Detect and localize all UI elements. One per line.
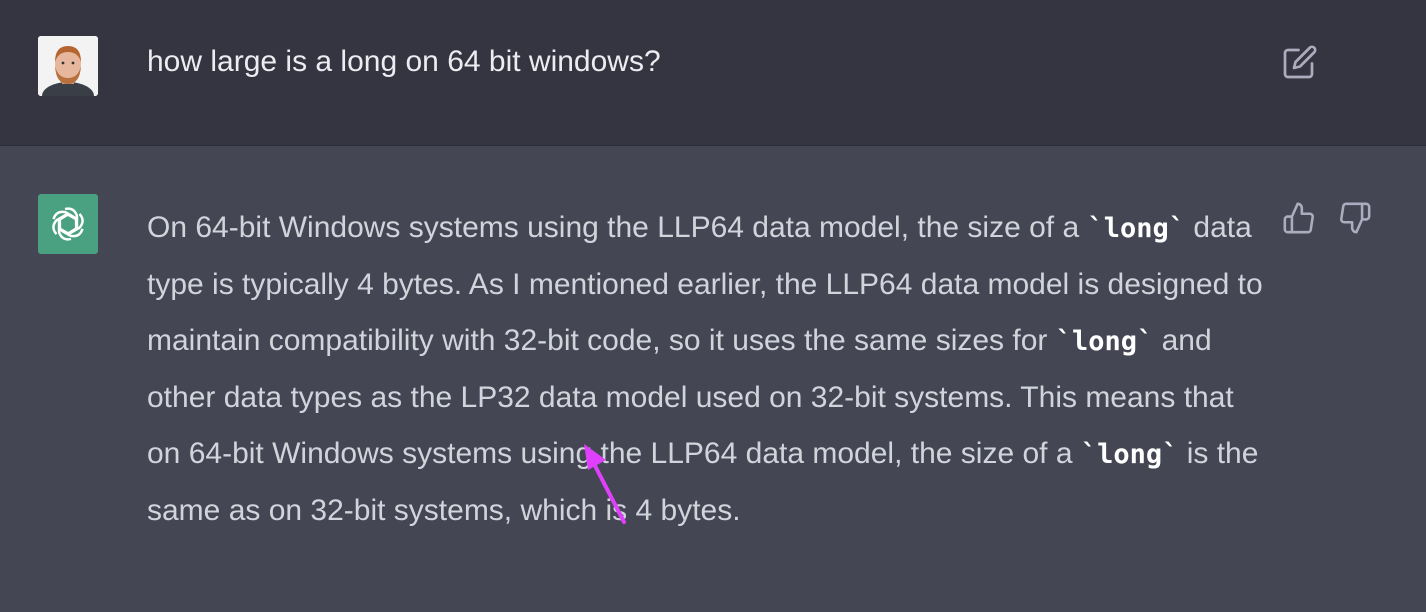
- inline-code: `long`: [1080, 439, 1179, 470]
- inline-code: `long`: [1087, 213, 1186, 244]
- openai-logo-icon: [38, 194, 98, 254]
- user-message-text: how large is a long on 64 bit windows?: [147, 45, 661, 78]
- thumbs-down-icon[interactable]: [1338, 201, 1372, 235]
- user-message-row: how large is a long on 64 bit windows?: [0, 0, 1426, 146]
- inline-code: `long`: [1055, 326, 1154, 357]
- assistant-message-row: On 64-bit Windows systems using the LLP6…: [0, 146, 1426, 612]
- assistant-message-text: On 64-bit Windows systems using the LLP6…: [147, 200, 1272, 539]
- user-avatar-icon: [38, 36, 98, 96]
- edit-icon[interactable]: [1282, 44, 1318, 80]
- thumbs-up-icon[interactable]: [1282, 201, 1316, 235]
- reply-text-segment: On 64-bit Windows systems using the LLP6…: [147, 211, 1088, 244]
